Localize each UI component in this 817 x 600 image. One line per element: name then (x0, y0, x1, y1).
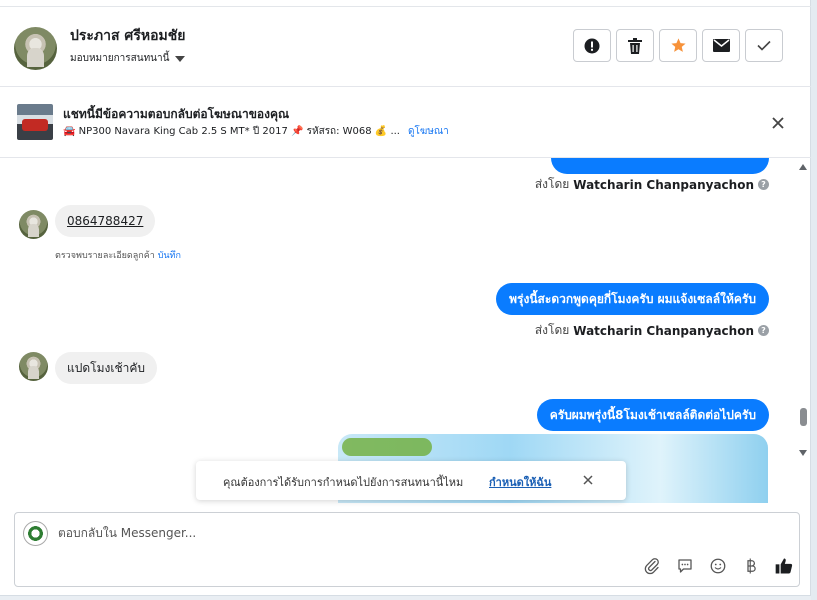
checkmark-icon (757, 40, 771, 51)
baht-icon (747, 558, 756, 574)
close-icon[interactable] (581, 473, 595, 487)
star-button[interactable] (659, 29, 697, 62)
composer-tools (641, 555, 795, 577)
close-icon[interactable] (768, 113, 788, 133)
sender-name: Watcharin Chanpanyachon (573, 323, 754, 338)
reply-composer (14, 512, 800, 587)
spam-icon (584, 38, 600, 53)
contact-avatar (19, 210, 48, 239)
note-text: ตรวจพบรายละเอียดลูกค้า (55, 251, 155, 261)
spam-button[interactable] (573, 29, 611, 62)
contact-name[interactable]: ประภาส ศรีหอมชัย (70, 25, 185, 47)
message-bubble-outgoing[interactable]: พรุ่งนี้สะดวกพูดคุยกี่โมงครับ ผมแจ้งเซลล… (496, 283, 769, 315)
payment-button[interactable] (740, 555, 762, 577)
reply-input[interactable] (58, 526, 758, 540)
sender-name: Watcharin Chanpanyachon (573, 177, 754, 192)
message-thread[interactable]: ส่งโดย Watcharin Chanpanyachon ? 0864788… (0, 158, 811, 503)
header-actions (573, 29, 783, 62)
star-icon (670, 38, 686, 52)
caret-down-icon (175, 55, 186, 62)
customer-detail-note: ตรวจพบรายละเอียดลูกค้า บันทึก (55, 248, 181, 262)
conversation-header: ประภาส ศรีหอมชัย มอบหมายการสนทนานี้ (0, 7, 811, 87)
delete-button[interactable] (616, 29, 654, 62)
done-button[interactable] (745, 29, 783, 62)
saved-reply-icon (678, 559, 692, 573)
sent-by-prefix: ส่งโดย (534, 323, 570, 337)
ad-banner-title: แชทนี้มีข้อความตอบกลับต่อโฆษณาของคุณ (63, 107, 290, 121)
sent-by-label: ส่งโดย Watcharin Chanpanyachon ? (535, 175, 769, 194)
ad-reply-banner: แชทนี้มีข้อความตอบกลับต่อโฆษณาของคุณ 🚘 N… (0, 87, 811, 158)
toast-text: คุณต้องการได้รับการกำหนดไปยังการสนทนานี้… (223, 476, 464, 489)
attach-button[interactable] (641, 555, 663, 577)
message-bubble-incoming[interactable]: แปดโมงเช้าคับ (55, 352, 157, 384)
assign-prompt-toast: คุณต้องการได้รับการกำหนดไปยังการสนทนานี้… (196, 461, 626, 500)
contact-avatar[interactable] (14, 27, 57, 70)
message-bubble-outgoing[interactable] (551, 158, 769, 174)
contact-avatar (19, 352, 48, 381)
sent-by-label: ส่งโดย Watcharin Chanpanyachon ? (535, 321, 769, 340)
scroll-up-icon[interactable] (799, 164, 807, 170)
help-icon[interactable]: ? (758, 325, 769, 336)
ad-thumbnail (17, 104, 53, 140)
scroll-down-icon[interactable] (799, 450, 807, 456)
view-ad-link[interactable]: ดูโฆษณา (408, 124, 449, 139)
attachment-icon (644, 558, 659, 575)
ad-banner-subtitle: 🚘 NP300 Navara King Cab 2.5 S MT* ปี 201… (63, 124, 449, 139)
help-icon[interactable]: ? (758, 179, 769, 190)
save-link[interactable]: บันทึก (158, 251, 181, 261)
ad-subtitle-text: 🚘 NP300 Navara King Cab 2.5 S MT* ปี 201… (63, 126, 400, 137)
mark-unread-button[interactable] (702, 29, 740, 62)
assign-to-me-link[interactable]: กำหนดให้ฉัน (489, 473, 551, 491)
delete-icon (628, 37, 642, 54)
message-bubble-outgoing[interactable]: ครับผมพรุ่งนี้8โมงเช้าเซลล์ติดต่อไปครับ (536, 399, 769, 431)
saved-reply-button[interactable] (674, 555, 696, 577)
sent-by-prefix: ส่งโดย (534, 177, 570, 191)
page-avatar (23, 521, 48, 546)
message-bubble-incoming[interactable]: 0864788427 (55, 205, 156, 237)
emoji-button[interactable] (707, 555, 729, 577)
emoji-icon (710, 558, 726, 574)
like-icon (775, 558, 793, 574)
assign-label: มอบหมายการสนทนานี้ (70, 53, 170, 64)
assign-dropdown[interactable]: มอบหมายการสนทนานี้ (70, 51, 186, 66)
scrollbar-thumb[interactable] (800, 408, 807, 426)
like-button[interactable] (773, 555, 795, 577)
mark-unread-icon (712, 39, 730, 52)
panel-edge (811, 0, 817, 600)
